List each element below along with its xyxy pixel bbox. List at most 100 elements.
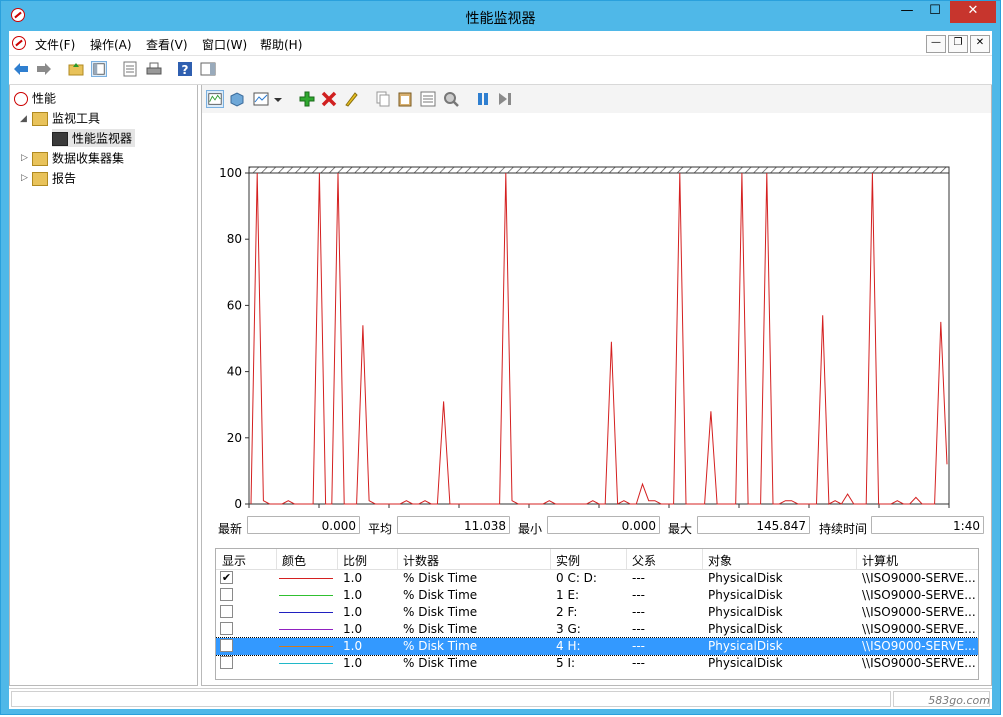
tree-label-performance-monitor: 性能监视器 [72, 131, 133, 146]
instance-cell: 0 C: D: [556, 571, 597, 585]
column-header-counter[interactable]: 计数器 [403, 552, 439, 569]
window-title: 性能监视器 [465, 11, 536, 27]
highlight-icon[interactable] [342, 90, 360, 108]
duration-label: 持续时间 [819, 522, 868, 536]
freeze-display-pause-icon[interactable] [474, 90, 492, 108]
show-hide-console-tree-icon[interactable] [91, 61, 107, 77]
properties-icon[interactable] [122, 61, 138, 77]
expand-icon[interactable]: ▷ [21, 173, 28, 183]
show-checkbox[interactable] [220, 639, 233, 652]
tree-item-performance-monitor[interactable]: 性能监视器 [52, 129, 136, 147]
computer-cell: \\ISO9000-SERVE... [862, 588, 976, 602]
update-data-icon[interactable] [496, 90, 514, 108]
parent-cell: --- [632, 588, 645, 602]
mdi-minimize-button[interactable]: — [926, 35, 946, 53]
maximize-button[interactable]: ☐ [922, 1, 948, 23]
duration-value: 1:40 [871, 516, 984, 534]
tree-label-reports: 报告 [52, 171, 77, 186]
y-tick-label: 80 [227, 232, 242, 246]
close-button[interactable]: ✕ [950, 1, 996, 23]
column-header-object[interactable]: 对象 [708, 552, 732, 569]
scale-cell: 1.0 [343, 622, 363, 636]
performance-monitor-pane: 02040608010019:48:1919:48:3019:47:0019:4… [201, 85, 992, 686]
counter-cell: % Disk Time [403, 605, 478, 619]
column-divider[interactable] [856, 549, 857, 569]
tree-item-monitoring-tools[interactable]: 监视工具 [32, 109, 100, 127]
legend-row[interactable]: 1.0 % Disk Time 1 E: --- PhysicalDisk \\… [216, 587, 978, 604]
computer-cell: \\ISO9000-SERVE... [862, 656, 976, 670]
view-current-activity-icon[interactable] [206, 90, 224, 108]
column-header-parent[interactable]: 父系 [632, 552, 656, 569]
column-header-show[interactable]: 显示 [222, 552, 246, 569]
computer-cell: \\ISO9000-SERVE... [862, 571, 976, 585]
column-header-color[interactable]: 颜色 [282, 552, 306, 569]
graph-toolbar [202, 85, 991, 114]
copy-properties-icon[interactable] [374, 90, 392, 108]
delete-counter-icon[interactable] [320, 90, 338, 108]
legend-row[interactable]: 1.0 % Disk Time 2 F: --- PhysicalDisk \\… [216, 604, 978, 621]
object-cell: PhysicalDisk [708, 605, 783, 619]
properties-icon[interactable] [419, 90, 437, 108]
forward-arrow-icon[interactable] [36, 61, 52, 77]
color-swatch [279, 595, 333, 596]
mdi-close-button[interactable]: ✕ [970, 35, 990, 53]
legend-row[interactable]: 1.0 % Disk Time 5 I: --- PhysicalDisk \\… [216, 655, 978, 672]
minimize-button[interactable]: — [894, 1, 920, 23]
tree-item-performance[interactable]: 性能 [14, 89, 56, 107]
show-checkbox[interactable] [220, 656, 233, 669]
column-divider[interactable] [276, 549, 277, 569]
legend-row[interactable]: ✔ 1.0 % Disk Time 0 C: D: --- PhysicalDi… [216, 570, 978, 587]
column-header-instance[interactable]: 实例 [556, 552, 580, 569]
chart-layer: 02040608010019:48:1919:48:3019:47:0019:4… [219, 166, 976, 526]
show-hide-action-pane-icon[interactable] [200, 61, 216, 77]
zoom-icon[interactable] [442, 90, 460, 108]
add-counter-icon[interactable] [298, 90, 316, 108]
help-icon[interactable]: ? [177, 61, 193, 77]
scale-cell: 1.0 [343, 605, 363, 619]
mdi-restore-button[interactable]: ❐ [948, 35, 968, 53]
expand-collapse-icon[interactable]: ◢ [20, 114, 27, 124]
column-divider[interactable] [550, 549, 551, 569]
minimum-value: 0.000 [547, 516, 660, 534]
menu-action[interactable]: 操作(A) [90, 36, 132, 53]
graph-area[interactable]: 02040608010019:48:1919:48:3019:47:0019:4… [202, 113, 991, 526]
tree-item-reports[interactable]: 报告 [32, 169, 76, 187]
column-divider[interactable] [702, 549, 703, 569]
parent-cell: --- [632, 605, 645, 619]
print-icon[interactable] [146, 61, 162, 77]
instance-cell: 4 H: [556, 639, 581, 653]
up-folder-icon[interactable] [68, 61, 84, 77]
menu-help[interactable]: 帮助(H) [260, 36, 302, 53]
back-arrow-icon[interactable] [13, 61, 29, 77]
show-checkbox[interactable]: ✔ [220, 571, 233, 584]
view-log-data-icon[interactable] [228, 90, 246, 108]
legend-row[interactable]: 1.0 % Disk Time 3 G: --- PhysicalDisk \\… [216, 621, 978, 638]
column-header-computer[interactable]: 计算机 [862, 552, 898, 569]
tree-item-data-collector-sets[interactable]: 数据收集器集 [32, 149, 124, 167]
legend-row[interactable]: 1.0 % Disk Time 4 H: --- PhysicalDisk \\… [216, 637, 978, 656]
column-divider[interactable] [337, 549, 338, 569]
object-cell: PhysicalDisk [708, 571, 783, 585]
expand-icon[interactable]: ▷ [21, 153, 28, 163]
mdi-controls: — ❐ ✕ [924, 34, 990, 53]
graph-type-dropdown-icon[interactable] [272, 90, 284, 108]
title-bar[interactable]: 性能监视器 — ☐ ✕ [1, 1, 1000, 31]
change-graph-type-icon[interactable] [252, 90, 270, 108]
document-system-menu-icon[interactable] [12, 36, 26, 50]
computer-cell: \\ISO9000-SERVE... [862, 639, 976, 653]
column-divider[interactable] [397, 549, 398, 569]
svg-text:?: ? [182, 63, 189, 77]
parent-cell: --- [632, 622, 645, 636]
column-divider[interactable] [626, 549, 627, 569]
watermark-text: 583go.com [928, 694, 990, 707]
show-checkbox[interactable] [220, 605, 233, 618]
performance-monitor-chart-icon [52, 131, 68, 146]
menu-file[interactable]: 文件(F) [35, 36, 75, 53]
paste-counter-list-icon[interactable] [396, 90, 414, 108]
counter-legend-list[interactable]: 显示 颜色 比例 计数器 实例 父系 对象 计算机 ✔ 1.0 % Disk T… [215, 548, 979, 680]
show-checkbox[interactable] [220, 622, 233, 635]
menu-view[interactable]: 查看(V) [146, 36, 188, 53]
column-header-scale[interactable]: 比例 [343, 552, 367, 569]
show-checkbox[interactable] [220, 588, 233, 601]
menu-window[interactable]: 窗口(W) [202, 36, 247, 53]
